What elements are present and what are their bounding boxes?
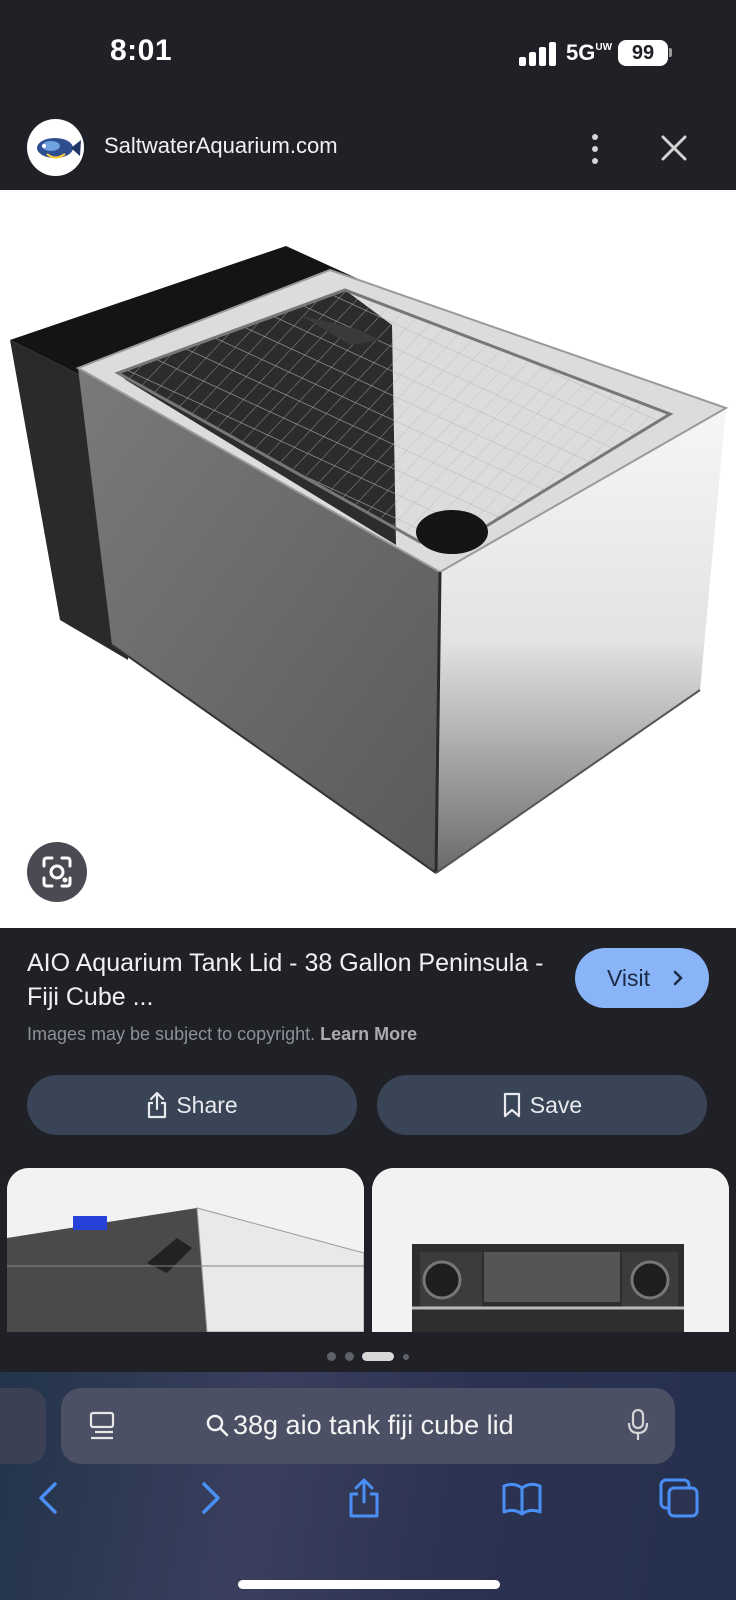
- result-title[interactable]: AIO Aquarium Tank Lid - 38 Gallon Penins…: [27, 946, 547, 1014]
- learn-more-link[interactable]: Learn More: [320, 1024, 417, 1044]
- fish-logo-icon[interactable]: [27, 119, 84, 176]
- back-icon[interactable]: [27, 1476, 71, 1520]
- page-dot-active: [362, 1352, 395, 1362]
- battery-tip: [669, 48, 672, 57]
- microphone-icon[interactable]: [627, 1408, 649, 1442]
- signal-bars-icon: [519, 42, 557, 66]
- status-time: 8:01: [110, 34, 173, 67]
- browser-toolbar: 38g aio tank fiji cube lid: [0, 1372, 736, 1600]
- share-label: Share: [176, 1092, 238, 1118]
- share-sheet-icon[interactable]: [342, 1476, 386, 1520]
- page-dot: [327, 1352, 337, 1362]
- status-bar: 8:01 5GUW 99: [0, 0, 736, 110]
- visit-label: Visit: [607, 965, 651, 991]
- bookmark-icon: [503, 1092, 520, 1118]
- main-product-image[interactable]: [0, 190, 736, 928]
- share-icon: [148, 1091, 167, 1119]
- previous-tab-preview[interactable]: [0, 1388, 46, 1464]
- page-dot: [344, 1352, 354, 1362]
- forward-icon[interactable]: [188, 1476, 232, 1520]
- battery-icon: 99: [618, 40, 668, 66]
- carousel-page-indicator: [0, 1348, 736, 1362]
- bookmarks-icon[interactable]: [500, 1476, 544, 1520]
- address-bar[interactable]: 38g aio tank fiji cube lid: [61, 1388, 675, 1464]
- google-lens-button[interactable]: [27, 842, 87, 902]
- home-indicator[interactable]: [238, 1580, 500, 1589]
- source-site-name[interactable]: SaltwaterAquarium.com: [104, 133, 338, 159]
- share-button[interactable]: Share: [27, 1075, 357, 1135]
- copyright-notice: Images may be subject to copyright. Lear…: [27, 1024, 418, 1044]
- page-dot: [402, 1353, 409, 1360]
- search-query-text[interactable]: 38g aio tank fiji cube lid: [205, 1410, 514, 1441]
- chevron-right-icon: [673, 970, 683, 986]
- visit-button[interactable]: Visit: [575, 948, 709, 1008]
- related-image-1[interactable]: [7, 1168, 364, 1332]
- source-header: SaltwaterAquarium.com: [0, 110, 736, 190]
- related-image-2[interactable]: [372, 1168, 729, 1332]
- tabs-icon[interactable]: [657, 1476, 701, 1520]
- search-icon: [206, 1414, 229, 1437]
- save-label: Save: [529, 1092, 583, 1118]
- reader-mode-icon[interactable]: [89, 1410, 115, 1442]
- close-icon[interactable]: [656, 130, 692, 166]
- network-indicator: 5GUW: [566, 40, 613, 65]
- more-options-icon[interactable]: [583, 132, 607, 166]
- save-button[interactable]: Save: [377, 1075, 707, 1135]
